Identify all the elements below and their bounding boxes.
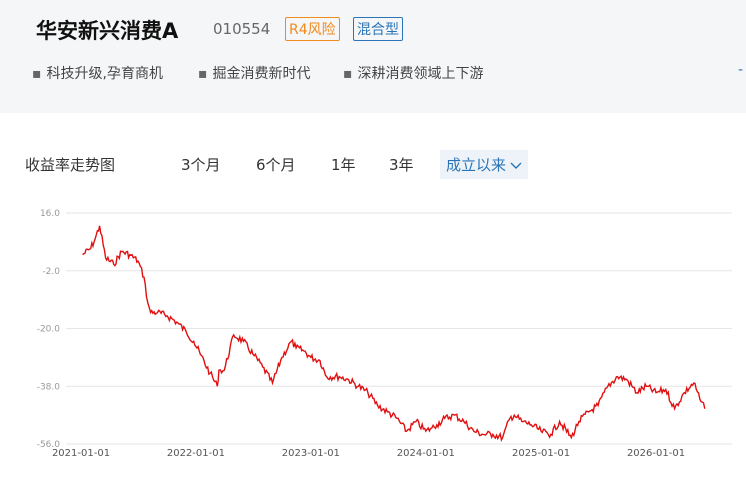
x-tick-label: 2025-01-01 bbox=[512, 448, 570, 459]
chevron-down-icon bbox=[510, 156, 522, 174]
chart-grid bbox=[66, 212, 732, 445]
fund-name: 华安新兴消费A bbox=[36, 19, 179, 43]
fund-header: 华安新兴消费A 010554 R4风险 混合型 ▪ 科技升级,孕育商机 ▪ 掘金消费… bbox=[0, 0, 746, 113]
tab-3-months[interactable]: 3个月 bbox=[181, 154, 221, 175]
x-tick-label: 2026-01-01 bbox=[627, 448, 685, 459]
y-tick-label: 16.0 bbox=[40, 209, 60, 219]
fund-code: 010554 bbox=[213, 20, 271, 38]
bullet-icon: ▪ bbox=[32, 66, 42, 82]
x-tick-label: 2021-01-01 bbox=[52, 448, 110, 459]
feature-item: ▪ 掘金消费新时代 bbox=[198, 66, 311, 82]
x-tick-label: 2023-01-01 bbox=[282, 448, 340, 459]
chart-section-title: 收益率走势图 bbox=[25, 156, 116, 174]
x-tick-label: 2022-01-01 bbox=[167, 448, 225, 459]
return-series-line bbox=[82, 225, 706, 442]
feature-item: ▪ 科技升级,孕育商机 bbox=[32, 66, 163, 82]
fund-type-badge: 混合型 bbox=[353, 17, 403, 41]
scroll-indicator-icon: - bbox=[738, 62, 744, 78]
y-tick-label: -20.0 bbox=[37, 325, 61, 335]
bullet-icon: ▪ bbox=[343, 66, 353, 82]
bullet-icon: ▪ bbox=[198, 66, 208, 82]
y-tick-label: -2.0 bbox=[42, 267, 60, 277]
y-axis: 16.0-2.0-20.0-38.0-56.0 bbox=[37, 209, 61, 450]
x-tick-label: 2024-01-01 bbox=[397, 448, 455, 459]
tab-6-months[interactable]: 6个月 bbox=[256, 154, 296, 175]
tab-3-years[interactable]: 3年 bbox=[389, 154, 414, 175]
x-axis: 2021-01-01 2022-01-01 2023-01-01 2024-01-01… bbox=[52, 448, 685, 459]
return-trend-chart: 16.0-2.0-20.0-38.0-56.0 2021-01-01 2022-0… bbox=[37, 209, 732, 459]
tab-1-year[interactable]: 1年 bbox=[331, 154, 356, 175]
feature-item: ▪ 深耕消费领域上下游 bbox=[343, 66, 484, 82]
tab-since-inception[interactable]: 成立以来 bbox=[440, 150, 529, 179]
y-tick-label: -38.0 bbox=[37, 382, 61, 392]
risk-level-badge: R4风险 bbox=[285, 17, 340, 41]
